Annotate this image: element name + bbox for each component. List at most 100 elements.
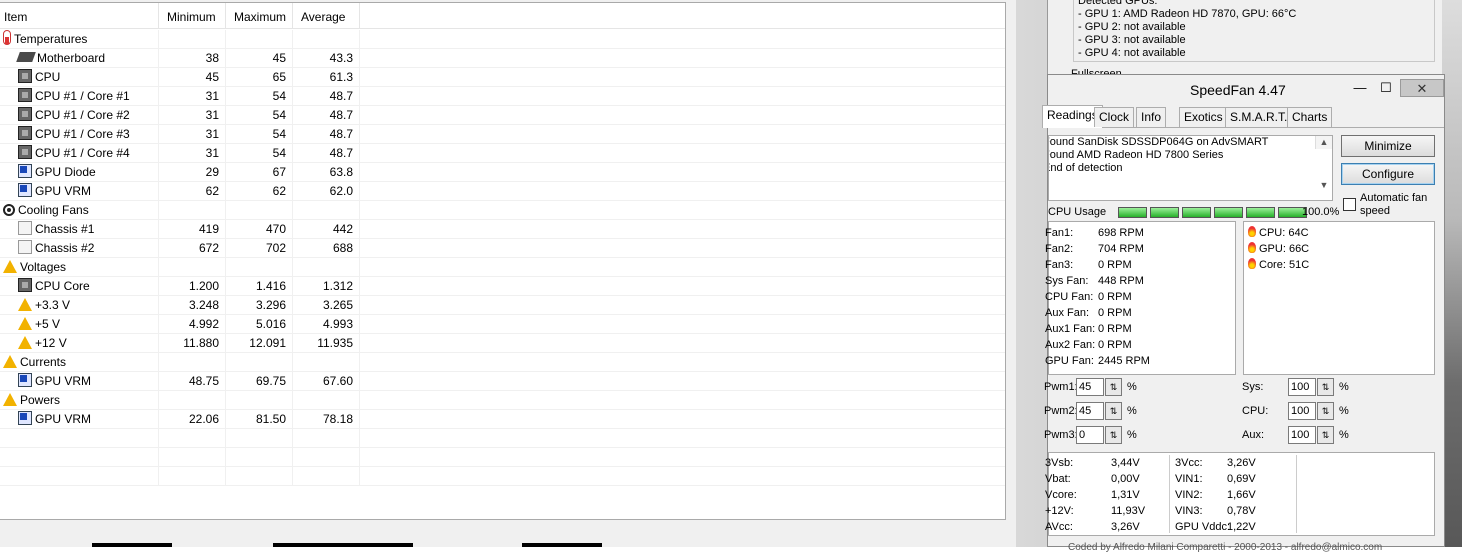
fan-label: GPU Fan:: [1045, 355, 1094, 367]
item-name: CPU: [35, 70, 61, 84]
minimize-icon[interactable]: —: [1348, 79, 1372, 97]
table-row[interactable]: Chassis #1 419 470 442: [0, 220, 1005, 239]
voltage-value: 3,26V: [1227, 457, 1256, 469]
voltage-readings-panel: 3Vsb: 3,44V Vbat: 0,00V Vcore: 1,31V +12V: 11,9…: [1045, 452, 1435, 536]
minimum-cell: 419: [159, 220, 226, 239]
column-header-maximum[interactable]: Maximum: [226, 3, 293, 29]
minimum-cell: 31: [159, 87, 226, 106]
tab-clock[interactable]: Clock: [1094, 107, 1135, 127]
log-scrollbar[interactable]: ▲ ▼: [1315, 136, 1332, 190]
gpu-line: - GPU 2: not available: [1078, 21, 1186, 33]
table-row[interactable]: GPU Diode 29 67 63.8: [0, 163, 1005, 182]
pwm-value-input[interactable]: 100: [1288, 378, 1316, 396]
pwm-control: CPU: 100 ⇅%: [1242, 402, 1349, 422]
table-row[interactable]: Motherboard 38 45 43.3: [0, 49, 1005, 68]
maximize-icon[interactable]: ☐: [1374, 79, 1398, 97]
column-header-item[interactable]: Item: [0, 3, 159, 29]
item-cell: CPU #1 / Core #2: [0, 106, 159, 125]
minimum-cell: 62: [159, 182, 226, 201]
fan-reading: Aux2 Fan: 0 RPM: [1045, 337, 1235, 353]
automatic-fan-speed-checkbox[interactable]: [1343, 198, 1356, 211]
minimum-cell: [159, 391, 226, 410]
empty-cell: [0, 429, 159, 448]
item-name: GPU VRM: [35, 184, 92, 198]
spinner-arrows-icon[interactable]: ⇅: [1105, 402, 1122, 420]
spinner-arrows-icon[interactable]: ⇅: [1105, 378, 1122, 396]
scroll-up-icon[interactable]: ▲: [1316, 136, 1332, 149]
detection-log[interactable]: Found SanDisk SDSSDP064G on AdvSMART Fou…: [1048, 135, 1333, 201]
spinner-arrows-icon[interactable]: ⇅: [1317, 402, 1334, 420]
table-row[interactable]: GPU VRM 22.06 81.50 78.18: [0, 410, 1005, 429]
minimum-cell: 31: [159, 106, 226, 125]
item-cell: CPU #1 / Core #1: [0, 87, 159, 106]
table-row[interactable]: CPU #1 / Core #3 31 54 48.7: [0, 125, 1005, 144]
maximum-cell: 702: [226, 239, 293, 258]
fan-reading: Fan1: 698 RPM: [1045, 225, 1235, 241]
item-name: CPU #1 / Core #3: [35, 127, 130, 141]
fan-value: 698 RPM: [1098, 227, 1144, 239]
pwm-label: Pwm2:: [1044, 405, 1078, 417]
maximum-cell: 54: [226, 125, 293, 144]
configure-button[interactable]: Configure: [1341, 163, 1435, 185]
group-row[interactable]: Voltages: [0, 258, 1005, 277]
column-header-filler: [360, 3, 1005, 29]
average-cell: [293, 201, 360, 220]
fan-reading: Fan3: 0 RPM: [1045, 257, 1235, 273]
sensor-history-window: Item Minimum Maximum Average Temperature…: [0, 0, 1016, 547]
group-row[interactable]: Currents: [0, 353, 1005, 372]
table-row[interactable]: CPU Core 1.200 1.416 1.312: [0, 277, 1005, 296]
maximum-cell: [226, 391, 293, 410]
tab-smart[interactable]: S.M.A.R.T.: [1225, 107, 1293, 127]
item-name: +5 V: [35, 317, 61, 331]
table-row[interactable]: Chassis #2 672 702 688: [0, 239, 1005, 258]
fan-value: 704 RPM: [1098, 243, 1144, 255]
table-row[interactable]: CPU 45 65 61.3: [0, 68, 1005, 87]
item-cell: Voltages: [0, 258, 159, 277]
item-name: Voltages: [20, 260, 67, 274]
table-row[interactable]: GPU VRM 62 62 62.0: [0, 182, 1005, 201]
maximum-cell: 67: [226, 163, 293, 182]
title-bar[interactable]: SpeedFan 4.47 — ☐ ✕: [1048, 75, 1444, 103]
group-row[interactable]: Powers: [0, 391, 1005, 410]
scroll-down-icon[interactable]: ▼: [1316, 179, 1332, 192]
spinner-arrows-icon[interactable]: ⇅: [1317, 378, 1334, 396]
table-row[interactable]: CPU #1 / Core #1 31 54 48.7: [0, 87, 1005, 106]
fan-reading: Aux1 Fan: 0 RPM: [1045, 321, 1235, 337]
pwm-value-input[interactable]: 100: [1288, 426, 1316, 444]
pwm-value-input[interactable]: 0: [1076, 426, 1104, 444]
group-row[interactable]: Cooling Fans: [0, 201, 1005, 220]
pwm-value-input[interactable]: 100: [1288, 402, 1316, 420]
average-cell: 48.7: [293, 106, 360, 125]
warning-icon: [18, 317, 32, 330]
table-row[interactable]: +5 V 4.992 5.016 4.993: [0, 315, 1005, 334]
temperature-reading: CPU: 64C: [1248, 225, 1309, 241]
fan-label: Fan3:: [1045, 259, 1074, 271]
minimum-cell: 31: [159, 125, 226, 144]
empty-cell: [226, 429, 293, 448]
column-header-average[interactable]: Average: [293, 3, 360, 29]
tab-exotics[interactable]: Exotics: [1179, 107, 1228, 127]
table-row[interactable]: +12 V 11.880 12.091 11.935: [0, 334, 1005, 353]
tab-info[interactable]: Info: [1136, 107, 1167, 127]
gpu-line: Detected GPUs:: [1078, 0, 1158, 7]
group-row[interactable]: Temperatures: [0, 30, 1005, 49]
empty-cell: [293, 429, 360, 448]
spinner-arrows-icon[interactable]: ⇅: [1105, 426, 1122, 444]
average-cell: 48.7: [293, 87, 360, 106]
table-row[interactable]: CPU #1 / Core #4 31 54 48.7: [0, 144, 1005, 163]
tab-charts[interactable]: Charts: [1287, 107, 1333, 127]
item-name: Powers: [20, 393, 61, 407]
spinner-arrows-icon[interactable]: ⇅: [1317, 426, 1334, 444]
pwm-value-input[interactable]: 45: [1076, 378, 1104, 396]
column-header-minimum[interactable]: Minimum: [159, 3, 226, 29]
close-icon[interactable]: ✕: [1400, 79, 1444, 97]
table-row[interactable]: GPU VRM 48.75 69.75 67.60: [0, 372, 1005, 391]
pwm-value-input[interactable]: 45: [1076, 402, 1104, 420]
gpu-line: - GPU 3: not available: [1078, 34, 1186, 46]
table-row[interactable]: CPU #1 / Core #2 31 54 48.7: [0, 106, 1005, 125]
minimize-button[interactable]: Minimize: [1341, 135, 1435, 157]
table-row[interactable]: +3.3 V 3.248 3.296 3.265: [0, 296, 1005, 315]
minimum-cell: [159, 201, 226, 220]
pwm-control: Pwm2: 45 ⇅%: [1044, 402, 1144, 422]
minimum-cell: 3.248: [159, 296, 226, 315]
